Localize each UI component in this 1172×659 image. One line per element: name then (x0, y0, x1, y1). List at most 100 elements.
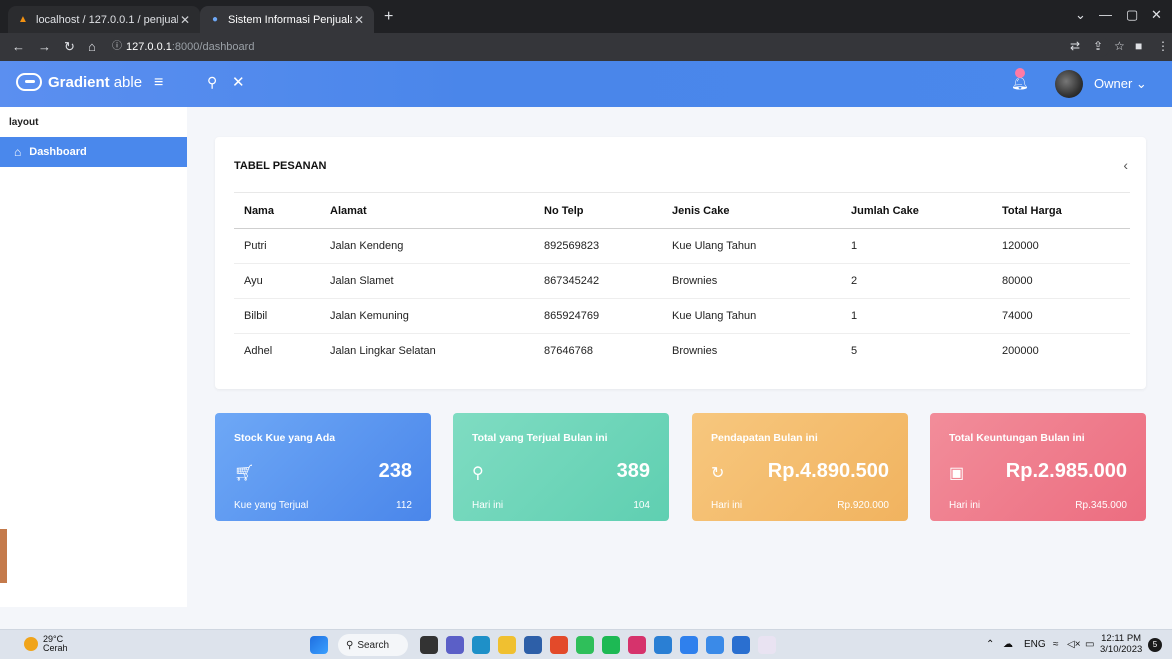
table-cell: Kue Ulang Tahun (662, 298, 841, 334)
column-header: Jenis Cake (662, 192, 841, 229)
column-header: Jumlah Cake (841, 192, 992, 229)
language-indicator[interactable]: ENG (1024, 639, 1046, 650)
card-title: TABEL PESANAN (234, 160, 327, 172)
volume-icon[interactable]: ◁× (1067, 639, 1081, 650)
stat-sub-label: Hari ini (472, 500, 504, 511)
back-icon[interactable]: ← (12, 39, 25, 54)
table-cell: Bilbil (234, 298, 320, 334)
table-cell: 74000 (992, 298, 1130, 334)
date: 3/10/2023 (1100, 643, 1143, 655)
address-bar[interactable]: ⓘ 127.0.0.1:8000/dashboard (110, 37, 1110, 57)
minimize-icon[interactable]: — (1099, 7, 1112, 22)
tray-overflow-icon[interactable]: ⌃ (986, 639, 994, 650)
table-row: Bilbil Jalan Kemuning 865924769 Kue Ulan… (234, 298, 1130, 334)
app-icon[interactable] (680, 636, 698, 654)
table-row: Putri Jalan Kendeng 892569823 Kue Ulang … (234, 228, 1130, 264)
translate-icon[interactable]: ⇄ (1070, 39, 1080, 53)
table-cell: Brownies (662, 263, 841, 299)
tab-search-icon[interactable]: ⌄ (1075, 7, 1086, 23)
notification-dot (1015, 68, 1025, 78)
app-header: Gradient able ≡ ⚲ ✕ 🔔︎ Owner ⌄ (0, 61, 1172, 107)
share-icon[interactable]: ⇪ (1093, 39, 1103, 53)
stat-value: 389 (616, 460, 650, 482)
chat-icon[interactable] (446, 636, 464, 654)
table-cell: Kue Ulang Tahun (662, 228, 841, 264)
tab-title: Sistem Informasi Penjualan Kue (228, 13, 352, 26)
battery-icon[interactable]: ▭ (1085, 639, 1094, 650)
brand-logo[interactable]: Gradient able (16, 73, 142, 91)
wallet-icon: ▣ (949, 465, 965, 482)
home-icon[interactable]: ⌂ (88, 39, 96, 54)
task-view-icon[interactable] (420, 636, 438, 654)
taskbar-search[interactable]: ⚲ Search (338, 634, 408, 656)
refresh-icon: ↻ (711, 465, 725, 482)
close-tab-icon[interactable]: ✕ (178, 13, 192, 27)
chevron-left-icon[interactable]: ‹ (1123, 157, 1128, 173)
table-header-row: Nama Alamat No Telp Jenis Cake Jumlah Ca… (234, 192, 1130, 229)
snipping-tool-icon[interactable] (758, 636, 776, 654)
table-cell: Jalan Slamet (320, 263, 534, 299)
search-icon[interactable]: ⚲ (207, 74, 217, 91)
weather-widget[interactable]: 29°C Cerah (24, 634, 68, 654)
reload-icon[interactable]: ↻ (64, 39, 75, 55)
fullscreen-icon[interactable]: ✕ (232, 73, 245, 91)
wifi-icon[interactable]: ≈ (1053, 639, 1059, 650)
phpmyadmin-icon: ▲ (18, 14, 28, 25)
sidebar-section-label: layout (9, 117, 39, 128)
browser-tab-active[interactable]: ● Sistem Informasi Penjualan Kue ✕ (200, 6, 374, 33)
close-tab-icon[interactable]: ✕ (352, 13, 366, 27)
url-path: :8000/dashboard (171, 41, 255, 53)
menu-kebab-icon[interactable]: ⋮ (1157, 39, 1169, 53)
opera-icon[interactable] (550, 636, 568, 654)
table-cell: 120000 (992, 228, 1130, 264)
taskbar-search-label: Search (357, 639, 390, 651)
browser-tab-phpmyadmin[interactable]: ▲ localhost / 127.0.0.1 / penjualan ✕ (8, 6, 200, 33)
extension-icon[interactable]: ■ (1135, 39, 1142, 53)
stat-card-profit: Total Keuntungan Bulan ini ▣ Rp.2.985.00… (930, 413, 1146, 521)
stat-value: 238 (378, 460, 412, 482)
stat-sub-label: Hari ini (711, 500, 743, 511)
hamburger-menu-icon[interactable]: ≡ (154, 74, 163, 92)
table-cell: Ayu (234, 263, 320, 299)
stat-title: Pendapatan Bulan ini (711, 432, 818, 444)
weather-condition: Cerah (43, 643, 68, 654)
onedrive-icon[interactable]: ☁ (1003, 639, 1013, 650)
user-menu[interactable]: Owner ⌄ (1094, 76, 1147, 92)
column-header: Alamat (320, 192, 534, 229)
photos-icon[interactable] (732, 636, 750, 654)
new-tab-button[interactable]: + (384, 8, 393, 26)
forward-icon[interactable]: → (38, 39, 51, 54)
orders-table: Nama Alamat No Telp Jenis Cake Jumlah Ca… (234, 192, 1130, 369)
table-cell: 1 (841, 228, 992, 264)
site-favicon-icon: ● (211, 14, 219, 25)
chrome-icon[interactable] (706, 636, 724, 654)
stat-value: Rp.2.985.000 (1005, 460, 1127, 482)
stat-value: Rp.4.890.500 (767, 460, 889, 482)
store-icon[interactable] (524, 636, 542, 654)
avatar[interactable] (1055, 70, 1083, 98)
file-explorer-icon[interactable] (498, 636, 516, 654)
table-cell: Putri (234, 228, 320, 264)
windows-start-icon[interactable] (310, 636, 328, 654)
maximize-icon[interactable]: ▢ (1126, 7, 1138, 23)
close-window-icon[interactable]: ✕ (1151, 7, 1162, 23)
orders-table-card: TABEL PESANAN ‹ Nama Alamat No Telp Jeni… (215, 137, 1146, 389)
sidebar-item-dashboard[interactable]: ⌂ Dashboard (0, 137, 187, 167)
notification-bell-icon[interactable]: 🔔︎ (1011, 68, 1029, 91)
stat-card-sold: Total yang Terjual Bulan ini ⚲ 389 Hari … (453, 413, 669, 521)
whatsapp-icon[interactable] (576, 636, 594, 654)
site-info-icon[interactable]: ⓘ (112, 37, 122, 57)
vscode-icon[interactable] (654, 636, 672, 654)
search-icon: ⚲ (346, 639, 354, 651)
bookmark-star-icon[interactable]: ☆ (1114, 39, 1125, 53)
table-cell: Brownies (672, 345, 718, 358)
column-header: No Telp (534, 192, 662, 229)
notification-badge[interactable]: 5 (1148, 638, 1162, 652)
taskbar-clock[interactable]: 12:11 PM 3/10/2023 (1100, 633, 1143, 656)
xampp-icon[interactable] (628, 636, 646, 654)
edge-browser-icon[interactable] (472, 636, 490, 654)
table-cell: 1 (841, 298, 992, 334)
award-icon: ⚲ (472, 465, 484, 482)
tab-title: localhost / 127.0.0.1 / penjualan (36, 13, 178, 26)
spotify-icon[interactable] (602, 636, 620, 654)
